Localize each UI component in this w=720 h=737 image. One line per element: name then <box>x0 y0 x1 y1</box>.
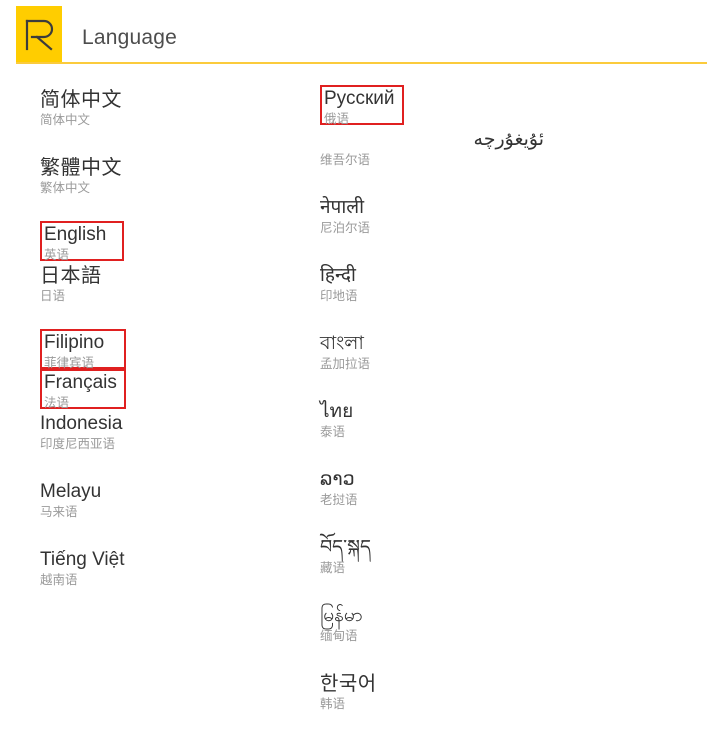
language-native-name: 한국어 <box>320 673 377 695</box>
language-native-name: 日本語 <box>40 265 102 287</box>
language-option[interactable]: नेपाली 尼泊尔语 <box>320 193 550 261</box>
language-chinese-name: 马来语 <box>40 505 78 519</box>
language-option[interactable]: Melayu 马来语 <box>40 477 270 545</box>
language-list: 简体中文 简体中文 繁體中文 繁体中文 English 英语 日本語 日语 Filipino 菲律… <box>0 63 720 711</box>
language-option[interactable]: 繁體中文 繁体中文 <box>40 153 270 221</box>
language-option[interactable]: 한국어 韩语 <box>320 669 550 737</box>
language-native-name: Tiếng Việt <box>40 549 125 570</box>
language-column-right: Русский 俄语 ئۇيغۇرچە 维吾尔语 नेपाली 尼泊尔语 हिन्दी 印地语… <box>320 85 550 737</box>
language-chinese-name: 泰语 <box>320 425 346 439</box>
language-option[interactable]: Indonesia 印度尼西亚语 <box>40 409 270 477</box>
language-chinese-name: 孟加拉语 <box>320 357 371 371</box>
language-native-name: Русский <box>324 88 395 109</box>
page-title: Language <box>82 26 178 49</box>
language-native-name: Melayu <box>40 481 102 502</box>
language-native-name: Français <box>44 372 117 393</box>
language-chinese-name: 印度尼西亚语 <box>40 437 116 451</box>
language-native-name: Indonesia <box>40 413 123 434</box>
language-option[interactable]: Tiếng Việt 越南语 <box>40 545 270 613</box>
language-native-name: ไทย <box>320 401 354 422</box>
language-chinese-name: 印地语 <box>320 289 358 303</box>
language-option[interactable]: हिन्दी 印地语 <box>320 261 550 329</box>
language-selection-screen: { "header": { "title": "Language", "logo… <box>0 0 720 711</box>
language-chinese-name: 简体中文 <box>40 113 91 127</box>
language-option[interactable]: ئۇيغۇرچە 维吾尔语 <box>320 125 550 193</box>
language-option[interactable]: བོད་སྐད 藏语 <box>320 533 550 601</box>
language-chinese-name: 韩语 <box>320 697 346 711</box>
language-native-name: हिन्दी <box>320 265 356 286</box>
language-chinese-name: 维吾尔语 <box>320 153 371 167</box>
language-native-name: မြန်မာ <box>320 605 363 626</box>
language-chinese-name: 尼泊尔语 <box>320 221 371 235</box>
language-chinese-name: 藏语 <box>320 561 346 575</box>
language-native-name: ئۇيغۇرچە <box>473 129 544 150</box>
language-option[interactable]: English 英语 <box>40 221 124 262</box>
language-option[interactable]: Русский 俄语 <box>320 85 404 126</box>
language-option[interactable]: 简体中文 简体中文 <box>40 85 270 153</box>
language-native-name: 简体中文 <box>40 89 122 111</box>
language-native-name: বাংলা <box>320 333 364 354</box>
language-option[interactable]: Français 法语 <box>40 369 126 410</box>
language-chinese-name: 繁体中文 <box>40 181 91 195</box>
language-option[interactable]: မြန်မာ 缅甸语 <box>320 601 550 669</box>
language-chinese-name: 缅甸语 <box>320 629 358 643</box>
realme-r-logo-icon <box>16 6 62 63</box>
language-chinese-name: 日语 <box>40 289 66 303</box>
language-chinese-name: 老挝语 <box>320 493 358 507</box>
language-option[interactable]: ไทย 泰语 <box>320 397 550 465</box>
language-native-name: 繁體中文 <box>40 157 122 179</box>
language-option[interactable]: 日本語 日语 <box>40 261 270 329</box>
language-native-name: नेपाली <box>320 197 365 218</box>
language-option[interactable]: ລາວ 老挝语 <box>320 465 550 533</box>
language-native-name: བོད་སྐད <box>320 537 371 558</box>
language-native-name: Filipino <box>44 332 105 353</box>
language-native-name: ລາວ <box>320 469 355 490</box>
language-chinese-name: 越南语 <box>40 573 78 587</box>
language-column-left: 简体中文 简体中文 繁體中文 繁体中文 English 英语 日本語 日语 Filipino 菲律… <box>40 85 270 613</box>
language-native-name: English <box>44 224 107 245</box>
app-header: Language <box>0 0 720 64</box>
language-option[interactable]: Filipino 菲律宾语 <box>40 329 126 370</box>
language-option[interactable]: বাংলা 孟加拉语 <box>320 329 550 397</box>
